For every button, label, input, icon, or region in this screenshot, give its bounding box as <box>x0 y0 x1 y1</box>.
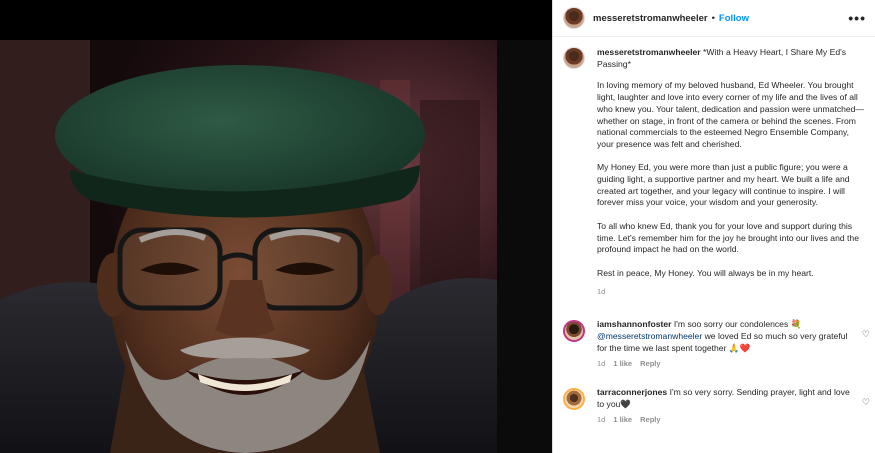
author-avatar[interactable] <box>563 7 585 29</box>
caption-paragraph-3: To all who knew Ed, thank you for your l… <box>597 220 859 255</box>
commenter-avatar[interactable] <box>563 319 585 342</box>
post-header: messeretstromanwheeler • Follow ••• <box>553 0 875 37</box>
header-separator: • <box>711 12 715 24</box>
caption-username[interactable]: messeretstromanwheeler <box>597 47 701 57</box>
more-options-icon[interactable]: ••• <box>848 10 866 26</box>
commenter-username[interactable]: tarraconnerjones <box>597 387 667 397</box>
post-media-area <box>0 0 552 453</box>
comment-reply-button[interactable]: Reply <box>640 358 660 370</box>
comment-item: tarraconnerjones I'm so very sorry. Send… <box>553 378 875 426</box>
caption-paragraph-1: In loving memory of my beloved husband, … <box>597 80 865 149</box>
post-details-panel: messeretstromanwheeler • Follow ••• mess… <box>552 0 875 453</box>
comment-meta: 1d 1 like Reply <box>597 414 858 426</box>
comment-likes-count[interactable]: 1 like <box>613 414 632 426</box>
comment-timestamp: 1d <box>597 358 606 368</box>
comment-body: tarraconnerjones I'm so very sorry. Send… <box>597 386 858 410</box>
instagram-post-view: messeretstromanwheeler • Follow ••• mess… <box>0 0 875 453</box>
author-username[interactable]: messeretstromanwheeler <box>593 13 708 24</box>
comment-like-heart-icon[interactable]: ♡ <box>862 396 870 408</box>
post-caption: messeretstromanwheeler *With a Heavy Hea… <box>553 37 875 298</box>
comment-likes-count[interactable]: 1 like <box>613 358 632 370</box>
commenter-avatar[interactable] <box>563 387 585 410</box>
comment-item: iamshannonfoster I'm soo sorry our condo… <box>553 310 875 370</box>
post-photo[interactable] <box>0 40 497 453</box>
caption-paragraph-4: Rest in peace, My Honey. You will always… <box>597 267 814 278</box>
comment-timestamp: 1d <box>597 414 606 424</box>
caption-paragraph-2: My Honey Ed, you were more than just a p… <box>597 162 850 208</box>
caption-first-line: messeretstromanwheeler *With a Heavy Hea… <box>597 47 866 70</box>
comment-meta: 1d 1 like Reply <box>597 358 858 370</box>
caption-author-avatar[interactable] <box>563 47 585 69</box>
media-side-padding <box>497 40 552 453</box>
comment-reply-button[interactable]: Reply <box>640 414 660 426</box>
comment-text: I'm soo sorry our condolences 💐 <box>671 318 802 329</box>
follow-button[interactable]: Follow <box>719 13 749 24</box>
comment-mention[interactable]: @messeretstromanwheeler <box>597 331 702 341</box>
commenter-username[interactable]: iamshannonfoster <box>597 319 672 329</box>
caption-timestamp: 1d <box>597 287 606 296</box>
comment-body: iamshannonfoster I'm soo sorry our condo… <box>597 318 858 354</box>
comments-scroll-area[interactable]: messeretstromanwheeler *With a Heavy Hea… <box>553 37 875 453</box>
comment-like-heart-icon[interactable]: ♡ <box>862 328 870 340</box>
